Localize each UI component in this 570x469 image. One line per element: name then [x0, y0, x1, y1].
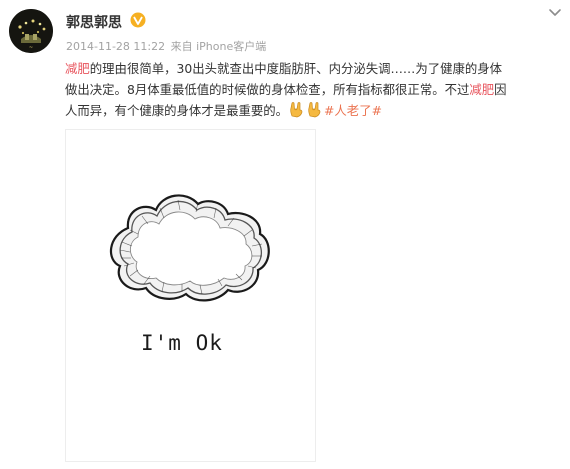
rock-hand-emoji-icon: [308, 102, 321, 118]
post-image[interactable]: I'm Ok: [65, 129, 316, 462]
cloud-illustration: I'm Ok: [110, 194, 270, 355]
weibo-post: ~ 郭思郭思 2014-11-28 11:22 来自 iPhone客户端 减肥的…: [0, 0, 570, 469]
content-line-3: 人而异，有个健康的身体才是最重要的。 #人老了#: [65, 100, 563, 121]
post-timestamp[interactable]: 2014-11-28 11:22: [66, 40, 165, 53]
content-line-2: 做出决定。8月体重最低值的时候做的身体检查，所有指标都很正常。不过减肥因: [65, 79, 563, 100]
content-text: 人而异，有个健康的身体才是最重要的。: [65, 103, 289, 118]
username[interactable]: 郭思郭思: [66, 12, 122, 32]
image-caption: I'm Ok: [141, 331, 223, 355]
post-source[interactable]: 来自 iPhone客户端: [171, 40, 267, 53]
content-text: 的理由很简单，30出头就查出中度脂肪肝、内分泌失调……为了健康的身体: [89, 61, 503, 76]
hashtag-link[interactable]: #人老了#: [324, 103, 382, 118]
post-meta: 2014-11-28 11:22 来自 iPhone客户端: [66, 38, 266, 54]
svg-text:~: ~: [29, 45, 33, 51]
content-text: 做出决定。8月体重最低值的时候做的身体检查，所有指标都很正常。不过: [65, 82, 470, 97]
chevron-down-icon[interactable]: [548, 8, 562, 18]
avatar-image: ~: [9, 9, 53, 53]
post-content: 减肥的理由很简单，30出头就查出中度脂肪肝、内分泌失调……为了健康的身体 做出决…: [65, 58, 563, 121]
verified-badge-icon: [130, 12, 146, 28]
rock-hand-emoji-icon: [290, 102, 303, 118]
avatar[interactable]: ~: [9, 9, 53, 53]
keyword-link[interactable]: 减肥: [469, 82, 494, 97]
content-line-1: 减肥的理由很简单，30出头就查出中度脂肪肝、内分泌失调……为了健康的身体: [65, 58, 563, 79]
keyword-link[interactable]: 减肥: [65, 61, 90, 76]
content-text: 因: [494, 82, 507, 97]
